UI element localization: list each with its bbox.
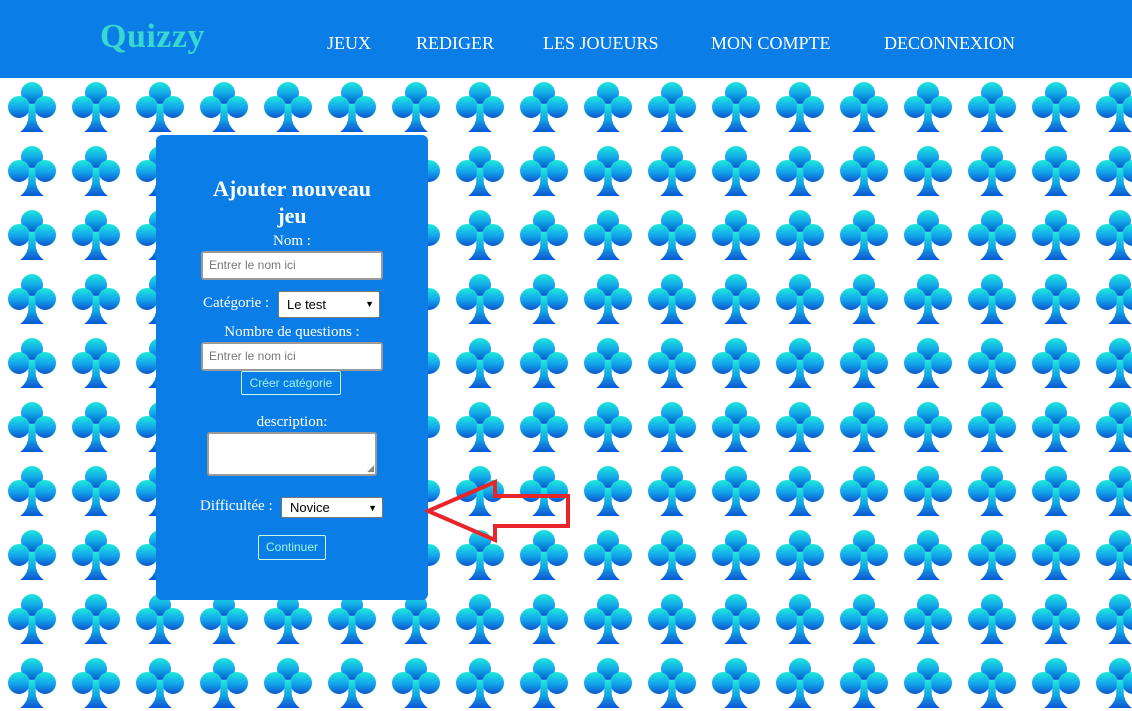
difficulty-selected-value: Novice	[290, 500, 330, 515]
nav-deconnexion[interactable]: DECONNEXION	[884, 33, 1015, 54]
resize-handle-icon[interactable]: ◢	[367, 464, 374, 473]
difficulty-label: Difficultée :	[200, 498, 273, 514]
continue-button[interactable]: Continuer	[258, 535, 326, 560]
form-title: Ajouter nouveau jeu	[156, 175, 428, 229]
questions-label: Nombre de questions :	[224, 324, 360, 340]
description-label: description:	[256, 414, 328, 430]
nav-rediger[interactable]: REDIGER	[416, 33, 494, 54]
nav-jeux[interactable]: JEUX	[327, 33, 371, 54]
brand-logo[interactable]: Quizzy	[100, 18, 205, 56]
category-selected-value: Le test	[287, 297, 327, 312]
arrow-left-icon	[425, 479, 570, 543]
create-category-button[interactable]: Créer catégorie	[241, 371, 341, 395]
difficulty-select[interactable]: Novice ▼	[281, 497, 383, 518]
questions-input[interactable]: Entrer le nom ici	[201, 342, 383, 371]
form-title-line1: Ajouter nouveau	[213, 176, 371, 201]
description-textarea[interactable]: ◢	[207, 432, 377, 476]
chevron-down-icon: ▼	[368, 503, 377, 513]
top-navbar: Quizzy JEUX REDIGER LES JOUEURS MON COMP…	[0, 0, 1132, 78]
category-select[interactable]: Le test ▼	[278, 291, 380, 318]
category-label: Catégorie :	[203, 295, 270, 311]
chevron-down-icon: ▼	[365, 299, 374, 309]
add-game-form: Ajouter nouveau jeu Nom : Entrer le nom …	[156, 135, 428, 600]
nav-mon-compte[interactable]: MON COMPTE	[711, 33, 831, 54]
nav-les-joueurs[interactable]: LES JOUEURS	[543, 33, 659, 54]
form-title-line2: jeu	[277, 203, 307, 228]
name-label: Nom :	[273, 233, 311, 249]
name-input[interactable]: Entrer le nom ici	[201, 251, 383, 280]
